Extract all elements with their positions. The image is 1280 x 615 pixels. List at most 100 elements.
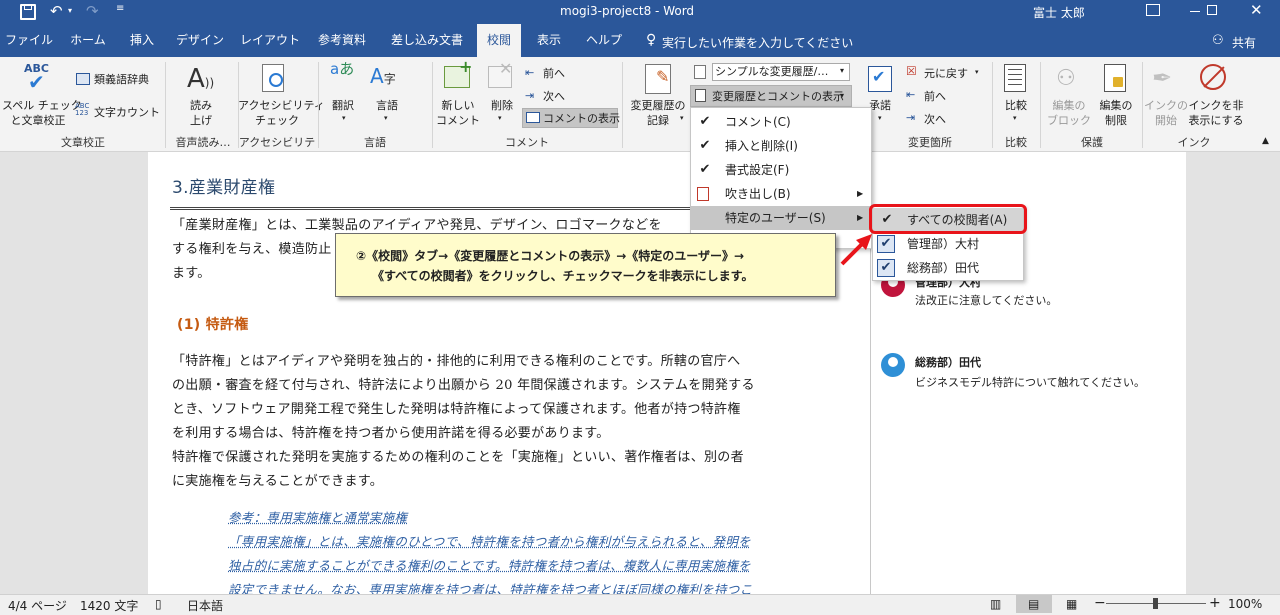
- lightbulb-icon: ♀: [646, 32, 657, 48]
- group-protect: 保護: [1081, 136, 1103, 149]
- tell-me-box[interactable]: 実行したい作業を入力してください: [662, 34, 853, 51]
- page-count[interactable]: 4/4 ページ: [8, 597, 67, 614]
- spelling-button[interactable]: スペル チェック と文章校正: [2, 98, 82, 128]
- language-button[interactable]: 言語: [366, 98, 408, 113]
- hide-ink-button[interactable]: インクを非 表示にする: [1186, 98, 1246, 128]
- markup-icon: [694, 65, 706, 79]
- compare-button[interactable]: 比較: [996, 98, 1036, 113]
- zoom-in-icon[interactable]: +: [1209, 595, 1221, 611]
- tab-2[interactable]: 挿入: [120, 24, 164, 57]
- group-compare: 比較: [1005, 136, 1027, 149]
- comment-text[interactable]: 法改正に注意してください。: [915, 292, 1057, 308]
- tab-6[interactable]: 差し込み文書: [380, 24, 474, 57]
- dropdown-arrow-icon: ▾: [975, 68, 979, 76]
- wordcount-button[interactable]: 文字カウント: [94, 105, 160, 120]
- block-authors-button[interactable]: 編集の ブロック: [1044, 98, 1094, 128]
- accessibility-icon: [262, 64, 284, 92]
- tab-7[interactable]: 校閲: [477, 24, 521, 57]
- compare-icon: [1004, 64, 1026, 92]
- paragraph-line: 「産業財産権」とは、工業製品のアイディアや発見、デザイン、ロゴマークなどを: [172, 218, 662, 233]
- track-changes-icon: ✎: [645, 64, 671, 94]
- comment-text[interactable]: ビジネスモデル特許について触れてください。: [915, 374, 1145, 390]
- tab-1[interactable]: ホーム: [60, 24, 116, 57]
- user-name[interactable]: 富士 太郎: [1033, 4, 1085, 21]
- instruction-callout: [335, 233, 836, 297]
- save-icon[interactable]: [20, 4, 36, 20]
- print-layout-glyph: ▤: [1028, 597, 1040, 611]
- comment-author: 総務部）田代: [915, 356, 981, 369]
- next-comment-icon: ⇥: [525, 89, 535, 102]
- callout-line-2: 《すべての校閲者》をクリックし、チェックマークを非表示にします。: [372, 269, 754, 283]
- block-authors-icon: ⚇: [1056, 66, 1076, 91]
- maximize-icon[interactable]: [1207, 5, 1217, 15]
- start-ink-button[interactable]: インクの 開始: [1144, 98, 1188, 128]
- tab-0[interactable]: ファイル: [2, 24, 56, 57]
- read-aloud-icon: A)): [187, 64, 215, 94]
- tab-5[interactable]: 参考資料: [308, 24, 376, 57]
- menu-item-reviewer-tashiro[interactable]: ✔ 総務部）田代: [873, 256, 1023, 280]
- menu-item-balloons[interactable]: 吹き出し(B) ▶: [691, 182, 871, 206]
- paragraph-line: の出願・審査を経て付与され、特許法により出願から 20 年間保護されます。システ…: [172, 378, 755, 393]
- menu-item-specific-people[interactable]: 特定のユーザー(S) ▶: [691, 206, 871, 230]
- next-change-button[interactable]: 次へ: [924, 112, 946, 127]
- group-language: 言語: [364, 136, 386, 149]
- new-comment-button[interactable]: 新しい コメント: [436, 98, 480, 128]
- group-comments: コメント: [505, 136, 549, 149]
- undo-icon[interactable]: ↶: [50, 2, 63, 20]
- translate-icon: aあ: [330, 60, 355, 78]
- restrict-editing-icon: [1104, 64, 1126, 92]
- next-change-icon: ⇥: [906, 111, 916, 124]
- menu-item-reviewer-omura[interactable]: ✔ 管理部）大村: [873, 232, 1023, 256]
- spelling-check-icon: ✔: [28, 70, 45, 94]
- track-changes-button[interactable]: 変更履歴の 記録: [626, 98, 690, 128]
- accessibility-button[interactable]: アクセシビリティ チェック: [238, 98, 325, 128]
- prev-change-icon: ⇤: [906, 88, 916, 101]
- translate-button[interactable]: 翻訳: [322, 98, 364, 113]
- zoom-slider-thumb[interactable]: [1153, 598, 1158, 609]
- menu-item-comments[interactable]: ✔ コメント(C): [691, 110, 871, 134]
- ribbon-display-icon[interactable]: [1146, 4, 1160, 16]
- new-comment-icon: +: [444, 57, 472, 88]
- read-mode-icon[interactable]: ▥: [990, 597, 1001, 611]
- proofing-status-icon[interactable]: ▯: [155, 597, 162, 611]
- checkbox-checked-icon: ✔: [877, 235, 895, 253]
- next-comment-button[interactable]: 次へ: [543, 89, 565, 104]
- tab-9[interactable]: ヘルプ: [576, 24, 632, 57]
- redo-icon[interactable]: ↷: [86, 2, 99, 20]
- document-title: mogi3-project8 - Word: [560, 4, 695, 18]
- zoom-level[interactable]: 100%: [1228, 597, 1262, 611]
- collapse-ribbon-icon[interactable]: ▲: [1262, 136, 1269, 146]
- tab-4[interactable]: レイアウト: [236, 24, 304, 57]
- checkbox-checked-icon: ✔: [877, 259, 895, 277]
- chevron-down-icon: ▾: [840, 91, 845, 100]
- thesaurus-button[interactable]: 類義語辞典: [94, 72, 149, 87]
- prev-comment-button[interactable]: 前へ: [543, 66, 565, 81]
- language-status[interactable]: 日本語: [187, 597, 223, 614]
- word-count[interactable]: 1420 文字: [80, 597, 138, 614]
- menu-item-insertions-deletions[interactable]: ✔ 挿入と削除(I): [691, 134, 871, 158]
- close-icon[interactable]: ✕: [1250, 1, 1263, 19]
- paragraph-line: 特許権で保護された発明を実施するための権利のことを「実施権」といい、著作権者は、…: [172, 450, 744, 465]
- zoom-out-icon[interactable]: −: [1094, 595, 1106, 611]
- dropdown-arrow-icon: ▾: [498, 114, 502, 122]
- tab-3[interactable]: デザイン: [168, 24, 232, 57]
- ribbon-tabs: ファイル ホーム 挿入 デザイン レイアウト 参考資料 差し込み文書 校閲 表示 ヘルプ: [0, 24, 1280, 57]
- delete-comment-button[interactable]: 削除: [482, 98, 522, 113]
- show-markup-menu: ✔ コメント(C) ✔ 挿入と削除(I) ✔ 書式設定(F) 吹き出し(B) ▶…: [690, 107, 872, 249]
- delete-comment-icon: ✕: [488, 59, 512, 88]
- read-aloud-button[interactable]: 読み 上げ: [180, 98, 222, 128]
- customize-qat-icon[interactable]: ≡: [116, 3, 124, 14]
- group-speech: 音声読み…: [175, 136, 231, 149]
- reject-button[interactable]: 元に戻す: [924, 66, 968, 81]
- web-layout-icon[interactable]: ▦: [1066, 597, 1077, 611]
- menu-item-formatting[interactable]: ✔ 書式設定(F): [691, 158, 871, 182]
- check-icon: ✔: [699, 162, 711, 177]
- restrict-editing-button[interactable]: 編集の 制限: [1094, 98, 1138, 128]
- tab-8[interactable]: 表示: [526, 24, 572, 57]
- minimize-icon[interactable]: [1190, 11, 1200, 12]
- share-button[interactable]: 共有: [1232, 34, 1256, 51]
- show-markup-icon: [695, 89, 706, 102]
- paragraph-line: する権利を与え、模造防止: [172, 242, 332, 257]
- prev-change-button[interactable]: 前へ: [924, 89, 946, 104]
- undo-dropdown-icon[interactable]: ▾: [68, 6, 72, 15]
